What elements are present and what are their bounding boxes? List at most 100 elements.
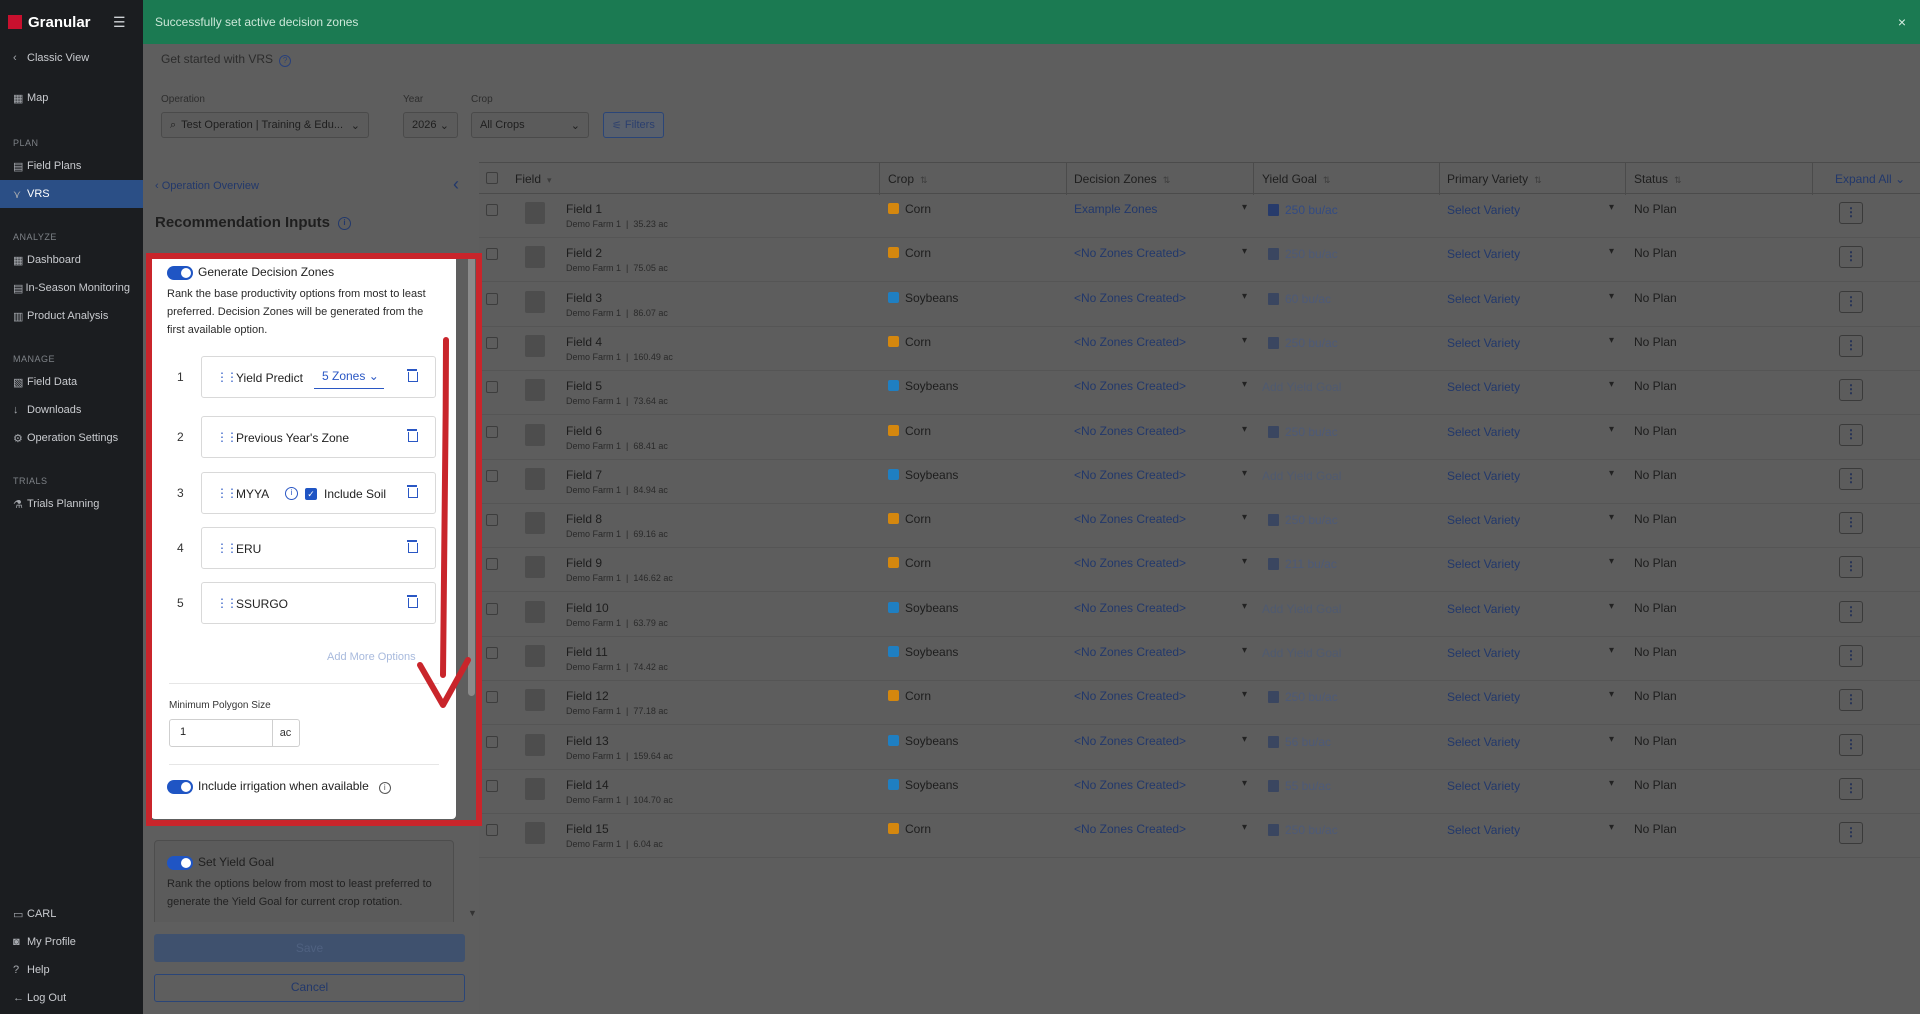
- field-name[interactable]: Field 10: [566, 601, 609, 615]
- sidebar-item-product-analysis[interactable]: ▥ Product Analysis: [0, 302, 143, 330]
- yield-goal[interactable]: 56 bu/ac: [1285, 735, 1331, 749]
- operation-select[interactable]: ⌕ Test Operation | Training & Edu... ⌄: [161, 112, 369, 138]
- info-icon[interactable]: i: [285, 487, 298, 500]
- variety-select[interactable]: Select Variety: [1447, 602, 1520, 616]
- field-name[interactable]: Field 2: [566, 246, 602, 260]
- info-icon[interactable]: i: [338, 216, 352, 230]
- row-checkbox[interactable]: [486, 824, 498, 837]
- dropdown-icon[interactable]: ▾: [1242, 556, 1247, 567]
- yield-goal[interactable]: 250 bu/ac: [1285, 513, 1338, 527]
- sidebar-item-dashboard[interactable]: ▦ Dashboard: [0, 246, 143, 274]
- map-pin-icon[interactable]: [1268, 824, 1279, 837]
- row-checkbox[interactable]: [486, 381, 498, 394]
- more-options-icon[interactable]: ⋮: [1839, 467, 1863, 490]
- variety-select[interactable]: Select Variety: [1447, 203, 1520, 217]
- row-checkbox[interactable]: [486, 779, 498, 792]
- yield-goal[interactable]: Add Yield Goal: [1262, 602, 1341, 616]
- yield-goal[interactable]: 250 bu/ac: [1285, 336, 1338, 350]
- operation-overview-link[interactable]: ‹ Operation Overview: [155, 180, 259, 192]
- map-pin-icon[interactable]: [1268, 292, 1279, 305]
- variety-select[interactable]: Select Variety: [1447, 247, 1520, 261]
- dropdown-icon[interactable]: ▾: [1609, 556, 1614, 567]
- row-checkbox[interactable]: [486, 204, 498, 216]
- row-checkbox[interactable]: [486, 735, 498, 748]
- variety-select[interactable]: Select Variety: [1447, 336, 1520, 350]
- irrigation-toggle-row[interactable]: Include irrigation when available i: [167, 779, 391, 794]
- variety-select[interactable]: Select Variety: [1447, 469, 1520, 483]
- include-soil-checkbox[interactable]: ✓: [305, 488, 317, 500]
- dropdown-icon[interactable]: ▾: [1242, 512, 1247, 523]
- yield-goal[interactable]: 55 bu/ac: [1285, 779, 1331, 793]
- option-ssurgo[interactable]: ⋮⋮ SSURGO: [201, 582, 436, 624]
- dropdown-icon[interactable]: ▾: [1242, 822, 1247, 833]
- col-yield-goal[interactable]: Yield Goal ⇅: [1262, 172, 1330, 186]
- more-options-icon[interactable]: ⋮: [1839, 733, 1863, 756]
- min-polygon-input[interactable]: 1: [169, 719, 273, 747]
- field-name[interactable]: Field 15: [566, 822, 609, 836]
- drag-handle-icon[interactable]: ⋮⋮: [216, 430, 238, 444]
- option-eru[interactable]: ⋮⋮ ERU: [201, 527, 436, 569]
- decision-zones-select[interactable]: <No Zones Created>: [1074, 778, 1186, 792]
- menu-collapse-icon[interactable]: ☰: [113, 14, 126, 31]
- map-pin-icon[interactable]: [1268, 779, 1279, 792]
- generate-zones-toggle-row[interactable]: Generate Decision Zones: [167, 265, 334, 280]
- map-pin-icon[interactable]: [1268, 558, 1279, 571]
- drag-handle-icon[interactable]: ⋮⋮: [216, 541, 238, 555]
- row-checkbox[interactable]: [486, 425, 498, 438]
- more-options-icon[interactable]: ⋮: [1839, 556, 1863, 579]
- dropdown-icon[interactable]: ▾: [1242, 689, 1247, 700]
- field-name[interactable]: Field 3: [566, 291, 602, 305]
- dropdown-icon[interactable]: ▾: [1242, 601, 1247, 612]
- decision-zones-select[interactable]: <No Zones Created>: [1074, 379, 1186, 393]
- more-options-icon[interactable]: ⋮: [1839, 423, 1863, 446]
- map-pin-icon[interactable]: [1268, 735, 1279, 748]
- decision-zones-select[interactable]: Example Zones: [1074, 202, 1157, 216]
- col-crop[interactable]: Crop ⇅: [888, 172, 928, 186]
- col-decision-zones[interactable]: Decision Zones ⇅: [1074, 172, 1170, 186]
- option-yield-predict[interactable]: ⋮⋮ Yield Predict 5 Zones ⌄: [201, 356, 436, 398]
- variety-select[interactable]: Select Variety: [1447, 557, 1520, 571]
- sidebar-item-downloads[interactable]: ↓ Downloads: [0, 396, 143, 424]
- dropdown-icon[interactable]: ▾: [1242, 734, 1247, 745]
- irrigation-toggle[interactable]: [167, 779, 193, 794]
- cancel-button[interactable]: Cancel: [154, 974, 465, 1002]
- decision-zones-select[interactable]: <No Zones Created>: [1074, 468, 1186, 482]
- more-options-icon[interactable]: ⋮: [1839, 777, 1863, 800]
- variety-select[interactable]: Select Variety: [1447, 513, 1520, 527]
- dropdown-icon[interactable]: ▾: [1609, 379, 1614, 390]
- field-name[interactable]: Field 12: [566, 689, 609, 703]
- decision-zones-select[interactable]: <No Zones Created>: [1074, 291, 1186, 305]
- variety-select[interactable]: Select Variety: [1447, 779, 1520, 793]
- map-pin-icon[interactable]: [1268, 204, 1279, 216]
- sidebar-item-field-plans[interactable]: ▤ Field Plans: [0, 152, 143, 180]
- sidebar-item-help[interactable]: ? Help: [0, 956, 143, 984]
- row-checkbox[interactable]: [486, 248, 498, 261]
- decision-zones-select[interactable]: <No Zones Created>: [1074, 601, 1186, 615]
- more-options-icon[interactable]: ⋮: [1839, 822, 1863, 845]
- dropdown-icon[interactable]: ▾: [1609, 424, 1614, 435]
- generate-zones-toggle[interactable]: [167, 265, 193, 280]
- field-name[interactable]: Field 4: [566, 335, 602, 349]
- sidebar-item-log-out[interactable]: ← Log Out: [0, 984, 143, 1012]
- decision-zones-select[interactable]: <No Zones Created>: [1074, 335, 1186, 349]
- filters-button[interactable]: ⚟ Filters: [603, 112, 664, 138]
- row-checkbox[interactable]: [486, 292, 498, 305]
- more-options-icon[interactable]: ⋮: [1839, 689, 1863, 712]
- dropdown-icon[interactable]: ▾: [1609, 778, 1614, 789]
- decision-zones-select[interactable]: <No Zones Created>: [1074, 512, 1186, 526]
- more-options-icon[interactable]: ⋮: [1839, 290, 1863, 313]
- info-icon[interactable]: i: [378, 782, 391, 794]
- get-started-link[interactable]: Get started with VRS?: [161, 52, 292, 67]
- row-checkbox[interactable]: [486, 691, 498, 704]
- dropdown-icon[interactable]: ▾: [1242, 778, 1247, 789]
- option-myya[interactable]: ⋮⋮ MYYA i ✓ Include Soil: [201, 472, 436, 514]
- field-name[interactable]: Field 7: [566, 468, 602, 482]
- yield-goal[interactable]: 250 bu/ac: [1285, 203, 1338, 217]
- yield-goal[interactable]: 60 bu/ac: [1285, 292, 1331, 306]
- decision-zones-select[interactable]: <No Zones Created>: [1074, 689, 1186, 703]
- more-options-icon[interactable]: ⋮: [1839, 379, 1863, 402]
- variety-select[interactable]: Select Variety: [1447, 292, 1520, 306]
- sidebar-map[interactable]: ▦ Map: [0, 84, 143, 112]
- row-checkbox[interactable]: [486, 336, 498, 349]
- chevron-left-icon[interactable]: ‹: [453, 174, 459, 195]
